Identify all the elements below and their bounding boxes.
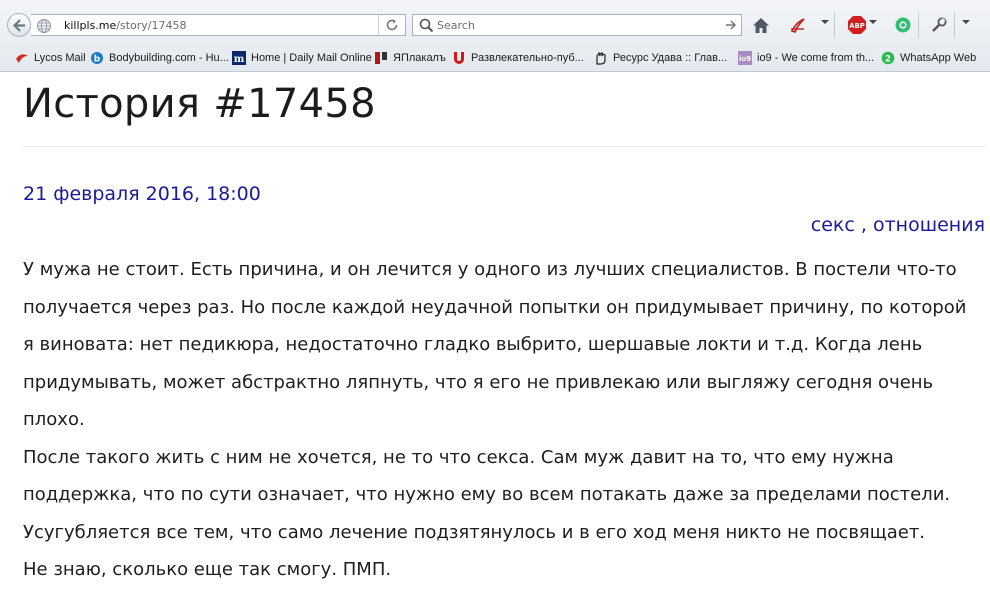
bookmarks-toolbar: Lycos Mail b Bodybuilding.com - Hu... m … bbox=[0, 46, 990, 70]
bookmark-label: Lycos Mail bbox=[34, 52, 86, 64]
menu-caret-icon[interactable] bbox=[962, 20, 970, 24]
circle-extension-icon bbox=[895, 17, 911, 33]
home-button[interactable] bbox=[750, 14, 772, 36]
back-button[interactable] bbox=[7, 13, 31, 37]
bookmark-label: Home | Daily Mail Online bbox=[251, 52, 372, 64]
u-icon bbox=[452, 51, 466, 65]
pdf-icon bbox=[790, 18, 805, 33]
reload-button[interactable] bbox=[378, 15, 405, 35]
toolbar-separator bbox=[834, 12, 835, 38]
bookmark-item[interactable]: Ресурс Удава :: Глав... bbox=[594, 50, 727, 66]
bodybuilding-icon: b bbox=[90, 51, 104, 65]
wrench-icon bbox=[932, 17, 947, 32]
url-text[interactable]: killpls.me/story/17458 bbox=[64, 19, 187, 32]
whatsapp-icon: 2 bbox=[881, 51, 895, 65]
search-box[interactable] bbox=[412, 14, 742, 36]
story-text: У мужа не стоит. Есть причина, и он лечи… bbox=[23, 251, 990, 589]
bookmark-label: Развлекательно-пуб... bbox=[471, 52, 584, 64]
toolbar-separator bbox=[954, 12, 955, 38]
toolbar-separator bbox=[918, 12, 919, 38]
story-date: 21 февраля 2016, 18:00 bbox=[23, 183, 261, 205]
io9-icon: io9 bbox=[738, 51, 752, 65]
developer-button[interactable] bbox=[928, 14, 950, 36]
story-paragraph: После такого жить с ним не хочется, не т… bbox=[23, 446, 951, 543]
dailymail-icon: m bbox=[232, 51, 246, 65]
bookmark-item[interactable]: ЯПлакалъ bbox=[374, 50, 446, 66]
adblock-menu-caret-icon[interactable] bbox=[869, 20, 877, 24]
svg-text:io9: io9 bbox=[739, 55, 751, 63]
bookmark-item[interactable]: 2 WhatsApp Web bbox=[881, 50, 976, 66]
url-host: killpls.me bbox=[64, 19, 117, 32]
bookmark-label: ЯПлакалъ bbox=[393, 52, 446, 64]
reload-icon bbox=[386, 19, 398, 31]
search-input[interactable] bbox=[437, 17, 717, 33]
story-tags: секс , отношения bbox=[811, 214, 985, 236]
back-arrow-icon bbox=[13, 19, 25, 32]
svg-text:b: b bbox=[94, 55, 101, 65]
svg-text:ABP: ABP bbox=[849, 22, 864, 30]
adblock-icon: ABP bbox=[848, 16, 866, 34]
pdf-menu-caret-icon[interactable] bbox=[821, 20, 829, 24]
bookmark-item[interactable]: m Home | Daily Mail Online bbox=[232, 50, 372, 66]
home-icon bbox=[753, 17, 769, 33]
tag-separator: , bbox=[854, 214, 873, 236]
udav-icon bbox=[594, 51, 608, 65]
bookmark-item[interactable]: Lycos Mail bbox=[15, 50, 86, 66]
svg-text:m: m bbox=[234, 54, 245, 65]
svg-text:2: 2 bbox=[885, 54, 891, 64]
bookmark-label: Bodybuilding.com - Hu... bbox=[109, 52, 229, 64]
tag-link-sex[interactable]: секс bbox=[811, 214, 855, 236]
adblock-button[interactable]: ABP bbox=[846, 14, 868, 36]
url-path: /story/17458 bbox=[116, 19, 187, 32]
browser-chrome: killpls.me/story/17458 ABP bbox=[0, 0, 990, 72]
extension-button[interactable] bbox=[892, 14, 914, 36]
bookmark-label: Ресурс Удава :: Глав... bbox=[613, 52, 728, 64]
bookmark-label: io9 - We come from th... bbox=[757, 52, 875, 64]
bookmark-item[interactable]: io9 io9 - We come from th... bbox=[738, 50, 874, 66]
address-bar[interactable]: killpls.me/story/17458 bbox=[31, 14, 406, 36]
lycos-icon bbox=[15, 51, 29, 65]
yaplakal-icon bbox=[374, 51, 388, 65]
pdf-button[interactable] bbox=[787, 14, 809, 36]
story-paragraph: Не знаю, сколько еще так смогу. ПМП. bbox=[23, 559, 392, 580]
navigation-toolbar: killpls.me/story/17458 ABP bbox=[0, 0, 990, 44]
page-title: История #17458 bbox=[23, 81, 376, 127]
globe-icon bbox=[37, 19, 51, 33]
tag-link-relationships[interactable]: отношения bbox=[873, 214, 985, 236]
search-icon bbox=[419, 18, 434, 33]
bookmark-item[interactable]: Развлекательно-пуб... bbox=[452, 50, 584, 66]
story-paragraph: У мужа не стоит. Есть причина, и он лечи… bbox=[23, 259, 967, 430]
title-divider bbox=[23, 146, 985, 147]
search-go-arrow-icon[interactable] bbox=[725, 19, 737, 31]
bookmark-item[interactable]: b Bodybuilding.com - Hu... bbox=[90, 50, 229, 66]
bookmark-label: WhatsApp Web bbox=[900, 52, 977, 64]
